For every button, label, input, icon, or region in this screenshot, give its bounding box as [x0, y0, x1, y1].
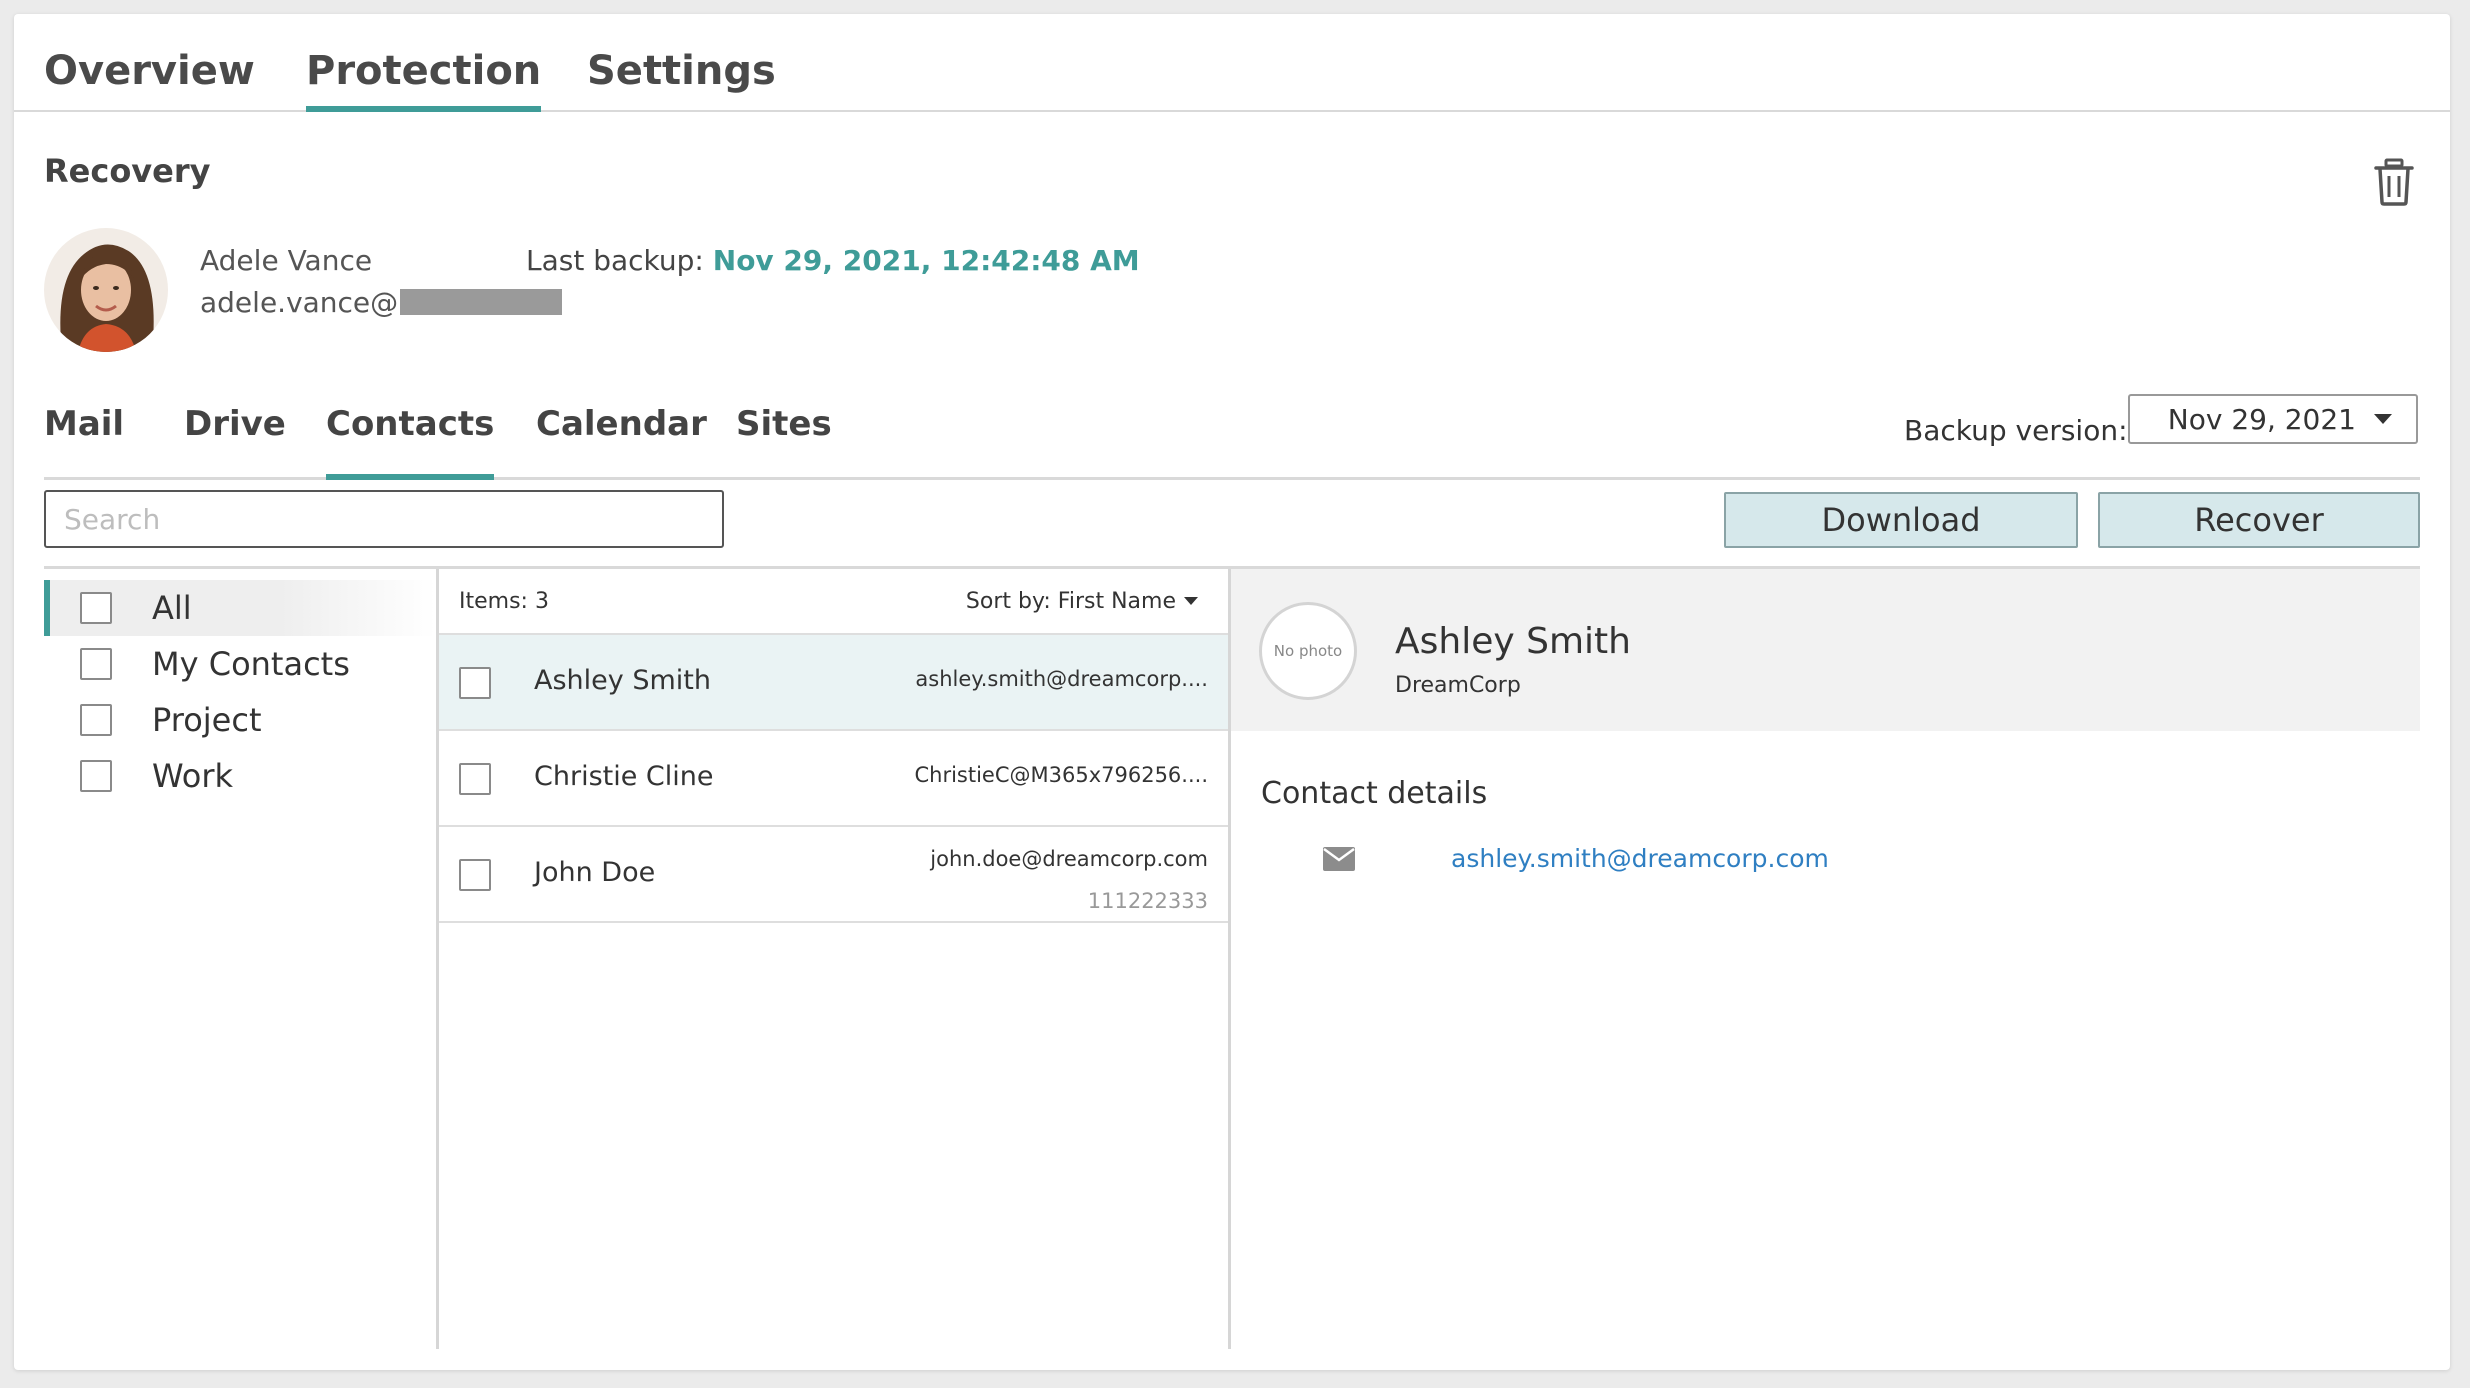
list-header: Items: 3 Sort by: First Name [439, 569, 1228, 635]
search-input[interactable] [44, 490, 724, 548]
contact-phone: 111222333 [1087, 889, 1208, 913]
chevron-down-icon [1184, 597, 1198, 605]
contact-list: Items: 3 Sort by: First Name Ashley Smit… [439, 569, 1228, 923]
table-row[interactable]: Ashley Smith ashley.smith@dreamcorp.... [439, 635, 1228, 731]
folder-checkbox[interactable] [80, 760, 112, 792]
last-backup-label: Last backup: [526, 244, 704, 277]
delete-button[interactable] [2372, 158, 2416, 206]
row-checkbox[interactable] [459, 859, 491, 891]
chevron-down-icon [2374, 414, 2392, 424]
folder-checkbox[interactable] [80, 704, 112, 736]
sort-label: Sort by: First Name [965, 588, 1176, 614]
items-count: Items: 3 [459, 588, 549, 614]
tab-overview[interactable]: Overview [44, 48, 255, 112]
folder-item-project[interactable]: Project [44, 692, 436, 748]
no-photo-avatar: No photo [1259, 602, 1357, 700]
user-email: adele.vance@ [200, 285, 563, 319]
detail-name: Ashley Smith [1395, 621, 1631, 662]
folder-item-my-contacts[interactable]: My Contacts [44, 636, 436, 692]
folder-list: All My Contacts Project Work [44, 580, 436, 804]
folder-checkbox[interactable] [80, 648, 112, 680]
folder-label: All [152, 589, 192, 627]
detail-header: No photo Ashley Smith DreamCorp [1231, 569, 2420, 731]
app-window: Overview Protection Settings Recovery Ad… [14, 14, 2450, 1370]
top-tab-bar: Overview Protection Settings [14, 14, 2450, 112]
backup-version-value: Nov 29, 2021 [2167, 402, 2356, 436]
redacted-domain [400, 289, 563, 315]
trash-icon [2374, 158, 2414, 206]
folder-label: Work [152, 757, 234, 795]
tab-settings[interactable]: Settings [587, 48, 776, 112]
backup-version-select[interactable]: Nov 29, 2021 [2128, 394, 2418, 444]
tab-contacts[interactable]: Contacts [326, 404, 495, 480]
tab-calendar[interactable]: Calendar [536, 404, 707, 480]
contact-name: John Doe [534, 857, 656, 888]
tab-sites[interactable]: Sites [736, 404, 832, 480]
user-email-text: adele.vance@ [200, 285, 399, 319]
sort-dropdown[interactable]: Sort by: First Name [966, 589, 1198, 614]
tab-drive[interactable]: Drive [184, 404, 286, 480]
table-row[interactable]: John Doe john.doe@dreamcorp.com 11122233… [439, 827, 1228, 923]
table-row[interactable]: Christie Cline ChristieC@M365x796256.... [439, 731, 1228, 827]
last-backup-value: Nov 29, 2021, 12:42:48 AM [712, 244, 1140, 277]
section-title: Recovery [44, 152, 211, 190]
contact-email: john.doe@dreamcorp.com [930, 847, 1208, 871]
row-checkbox[interactable] [459, 667, 491, 699]
folder-checkbox[interactable] [80, 592, 112, 624]
folder-item-all[interactable]: All [44, 580, 436, 636]
tab-mail[interactable]: Mail [44, 404, 124, 480]
folder-item-work[interactable]: Work [44, 748, 436, 804]
contact-name: Ashley Smith [534, 665, 711, 696]
contact-email: ChristieC@M365x796256.... [914, 763, 1208, 787]
contact-name: Christie Cline [534, 761, 714, 792]
folder-label: My Contacts [152, 645, 350, 683]
tab-protection[interactable]: Protection [306, 48, 542, 112]
contact-details-title: Contact details [1261, 776, 1488, 811]
download-button[interactable]: Download [1724, 492, 2078, 548]
recover-button[interactable]: Recover [2098, 492, 2420, 548]
contact-email: ashley.smith@dreamcorp.... [915, 667, 1208, 691]
detail-email-link[interactable]: ashley.smith@dreamcorp.com [1451, 844, 1829, 873]
user-name: Adele Vance [200, 244, 373, 277]
avatar [44, 228, 168, 352]
last-backup: Last backup: Nov 29, 2021, 12:42:48 AM [526, 244, 1140, 277]
folder-label: Project [152, 701, 262, 739]
contact-detail: No photo Ashley Smith DreamCorp Contact … [1231, 569, 2420, 873]
row-checkbox[interactable] [459, 763, 491, 795]
mail-icon [1323, 847, 1355, 871]
detail-company: DreamCorp [1395, 673, 1521, 698]
backup-version-label: Backup version: [1904, 414, 2128, 447]
